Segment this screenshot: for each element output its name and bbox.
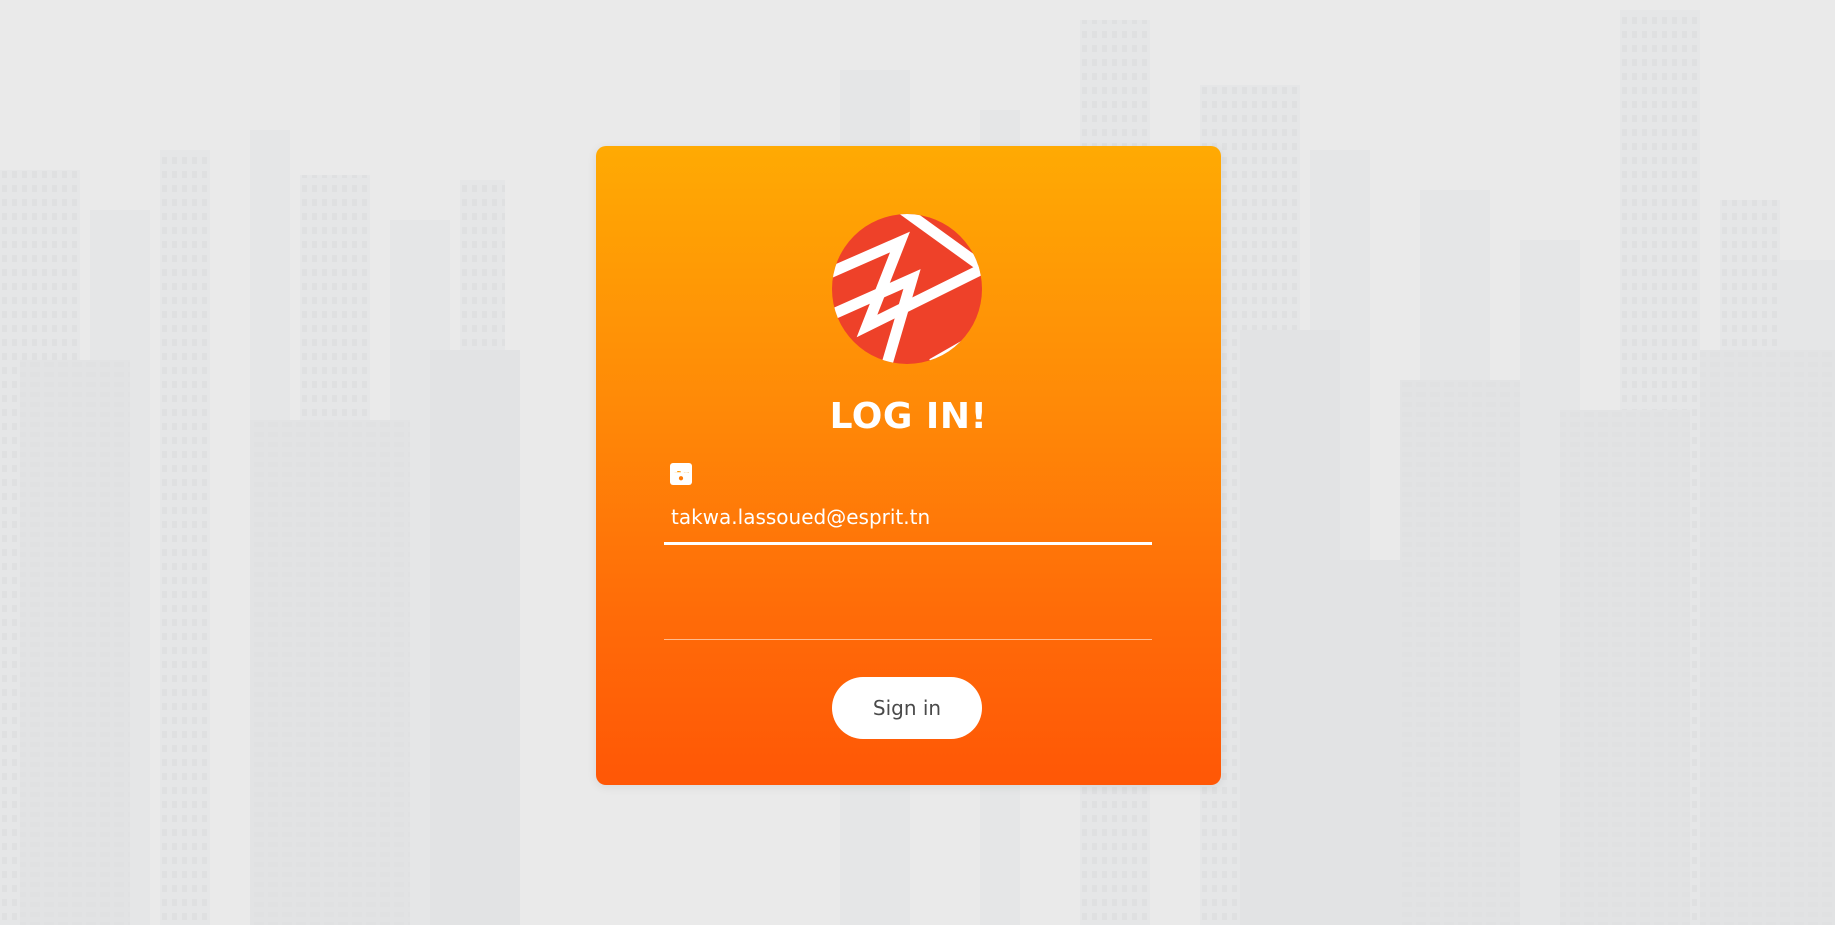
login-form: G + <box>664 463 1156 691</box>
email-field[interactable] <box>664 499 1152 535</box>
login-card: LOG IN! G + Sign in <box>596 146 1221 785</box>
email-underline <box>664 542 1152 545</box>
page-title: LOG IN! <box>829 396 988 437</box>
lock-icon <box>672 463 690 485</box>
password-underline <box>664 639 1152 640</box>
logo <box>832 214 982 364</box>
password-field[interactable] <box>702 585 1156 623</box>
login-page: LOG IN! G + Sign in <box>0 0 1835 925</box>
sign-in-button[interactable]: Sign in <box>832 677 982 739</box>
